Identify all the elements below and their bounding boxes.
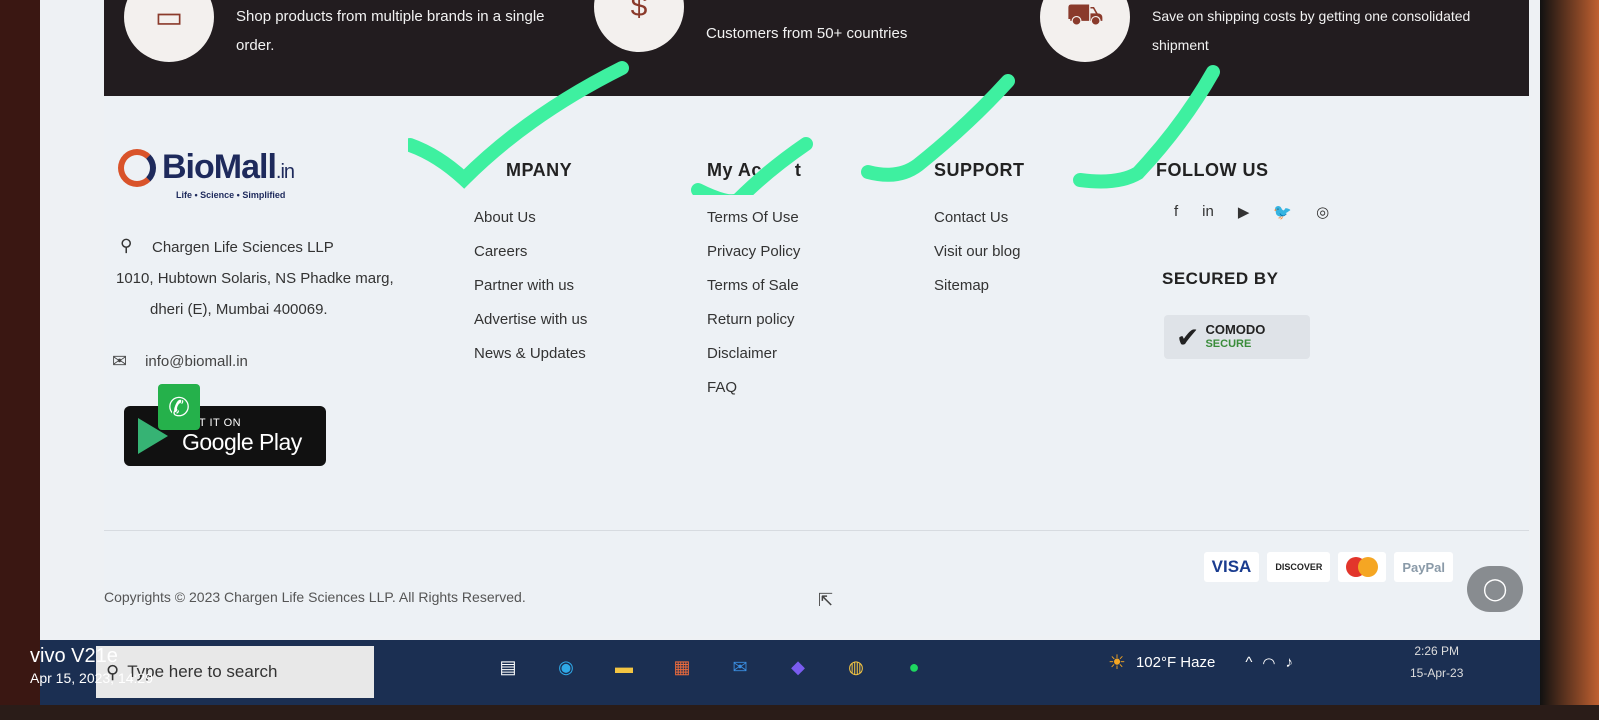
money-hand-icon: $ bbox=[594, 0, 684, 52]
payment-methods: VISA DISCOVER PayPal bbox=[1203, 552, 1501, 582]
email-row[interactable]: ✉ info@biomall.in bbox=[112, 351, 248, 372]
divider bbox=[104, 530, 1529, 531]
comodo-label: COMODO bbox=[1205, 322, 1266, 337]
taskbar-apps: ▤ ◉ ▬ ▦ ✉ ◆ ◍ ● bbox=[495, 654, 927, 680]
edge-icon[interactable]: ◉ bbox=[553, 654, 579, 680]
location-pin-icon: ⚲ bbox=[120, 236, 133, 255]
feature-text: Customers from 50+ countries bbox=[706, 24, 908, 42]
file-explorer-icon[interactable]: ▬ bbox=[611, 654, 637, 680]
chevron-up-icon[interactable]: ^ bbox=[1245, 654, 1252, 671]
mouse-cursor-icon: ⇱ bbox=[818, 590, 834, 610]
windows-taskbar: ⚲ Type here to search ▤ ◉ ▬ ▦ ✉ ◆ ◍ ● ☀ … bbox=[40, 640, 1540, 705]
monitor-icon: ▭ bbox=[124, 0, 214, 62]
copilot-icon[interactable]: ◆ bbox=[785, 654, 811, 680]
weather-icon: ☀ bbox=[1108, 652, 1126, 674]
facebook-icon[interactable]: f bbox=[1174, 203, 1178, 221]
footer-link-contact[interactable]: Contact Us bbox=[934, 209, 1025, 226]
footer-link-blog[interactable]: Visit our blog bbox=[934, 243, 1025, 260]
visa-logo: VISA bbox=[1203, 552, 1260, 582]
brand-logo[interactable]: BioMall.in Life • Science • Simplified bbox=[118, 148, 295, 200]
footer-link-sitemap[interactable]: Sitemap bbox=[934, 277, 1025, 294]
footer-link-careers[interactable]: Careers bbox=[474, 243, 587, 260]
mail-icon: ✉ bbox=[112, 351, 128, 371]
checkmark-icon: ✔ bbox=[1176, 321, 1200, 353]
secured-heading: SECURED BY bbox=[1162, 269, 1279, 288]
account-column: My Ac t Terms Of Use Privacy Policy Term… bbox=[707, 160, 801, 413]
brand-tagline: Life • Science • Simplified bbox=[176, 190, 286, 200]
secure-label: SECURE bbox=[1205, 338, 1252, 350]
feature-item: ▭ Shop products from multiple brands in … bbox=[124, 0, 586, 62]
paypal-logo: PayPal bbox=[1394, 552, 1453, 582]
discover-logo: DISCOVER bbox=[1267, 552, 1331, 582]
footer-link-privacy[interactable]: Privacy Policy bbox=[707, 243, 801, 260]
whatsapp-icon[interactable]: ✆ bbox=[158, 384, 200, 430]
address-line: dheri (E), Mumbai 400069. bbox=[150, 301, 328, 318]
footer-link-disclaimer[interactable]: Disclaimer bbox=[707, 345, 801, 362]
store-icon[interactable]: ▦ bbox=[669, 654, 695, 680]
system-tray: ☀ 102°F Haze ^ ◠ ♪ bbox=[1108, 650, 1293, 675]
watermark-datetime: Apr 15, 2023, 14:29 bbox=[30, 670, 153, 686]
spotify-icon[interactable]: ● bbox=[901, 654, 927, 680]
email-link[interactable]: info@biomall.in bbox=[145, 353, 248, 370]
comodo-badge: ✔ COMODO SECURE bbox=[1164, 315, 1310, 359]
gplay-big-label: Google Play bbox=[182, 428, 302, 455]
network-icon[interactable]: ◠ bbox=[1262, 654, 1275, 672]
volume-icon[interactable]: ♪ bbox=[1285, 654, 1293, 671]
feature-item: ⛟ Save on shipping costs by getting one … bbox=[1040, 0, 1502, 62]
footer-link-faq[interactable]: FAQ bbox=[707, 379, 801, 396]
address-line: 1010, Hubtown Solaris, NS Phadke marg, bbox=[116, 270, 394, 287]
instagram-icon[interactable]: ◎ bbox=[1316, 203, 1329, 221]
task-view-icon[interactable]: ▤ bbox=[495, 654, 521, 680]
social-icons: f in ▶ 🐦 ◎ bbox=[1174, 203, 1329, 221]
mail-app-icon[interactable]: ✉ bbox=[727, 654, 753, 680]
footer-link-about[interactable]: About Us bbox=[474, 209, 587, 226]
footer-link-terms-of-use[interactable]: Terms Of Use bbox=[707, 209, 801, 226]
weather-text[interactable]: 102°F Haze bbox=[1136, 654, 1215, 671]
camera-watermark: vivo V21e Apr 15, 2023, 14:29 bbox=[30, 645, 153, 686]
feature-text: Save on shipping costs by getting one co… bbox=[1152, 8, 1471, 53]
footer-link-terms-of-sale[interactable]: Terms of Sale bbox=[707, 277, 801, 294]
clock-date: 15-Apr-23 bbox=[1410, 666, 1464, 680]
feature-text: Shop products from multiple brands in a … bbox=[236, 8, 545, 54]
chat-button[interactable]: ◯ bbox=[1467, 566, 1523, 612]
brand-name: BioMall bbox=[162, 148, 277, 186]
chrome-icon[interactable]: ◍ bbox=[843, 654, 869, 680]
address-line: Chargen Life Sciences LLP bbox=[152, 239, 334, 256]
truck-icon: ⛟ bbox=[1040, 0, 1130, 62]
brand-suffix: .in bbox=[275, 161, 295, 183]
handwritten-checkmarks bbox=[408, 61, 1220, 195]
youtube-icon[interactable]: ▶ bbox=[1238, 203, 1250, 221]
linkedin-icon[interactable]: in bbox=[1202, 203, 1214, 221]
bezel-right bbox=[1540, 0, 1599, 720]
feature-item: $ Customers from 50+ countries bbox=[594, 0, 1056, 52]
twitter-icon[interactable]: 🐦 bbox=[1273, 203, 1292, 221]
clock[interactable]: 2:26 PM 15-Apr-23 bbox=[1410, 640, 1463, 684]
footer-link-return[interactable]: Return policy bbox=[707, 311, 801, 328]
address: ⚲ Chargen Life Sciences LLP 1010, Hubtow… bbox=[116, 232, 436, 325]
logo-ring-icon bbox=[118, 148, 156, 187]
google-play-button[interactable]: GET IT ON Google Play bbox=[124, 406, 326, 466]
bezel-left bbox=[0, 0, 40, 720]
bezel-bottom bbox=[0, 705, 1599, 720]
footer-link-advertise[interactable]: Advertise with us bbox=[474, 311, 587, 328]
clock-time: 2:26 PM bbox=[1414, 644, 1460, 658]
copyright-text: Copyrights © 2023 Chargen Life Sciences … bbox=[104, 589, 526, 605]
footer-link-partner[interactable]: Partner with us bbox=[474, 277, 587, 294]
mastercard-logo bbox=[1338, 552, 1387, 582]
footer-link-news[interactable]: News & Updates bbox=[474, 345, 587, 362]
screen: ▭ Shop products from multiple brands in … bbox=[40, 0, 1540, 705]
watermark-device: vivo V21e bbox=[30, 645, 118, 667]
